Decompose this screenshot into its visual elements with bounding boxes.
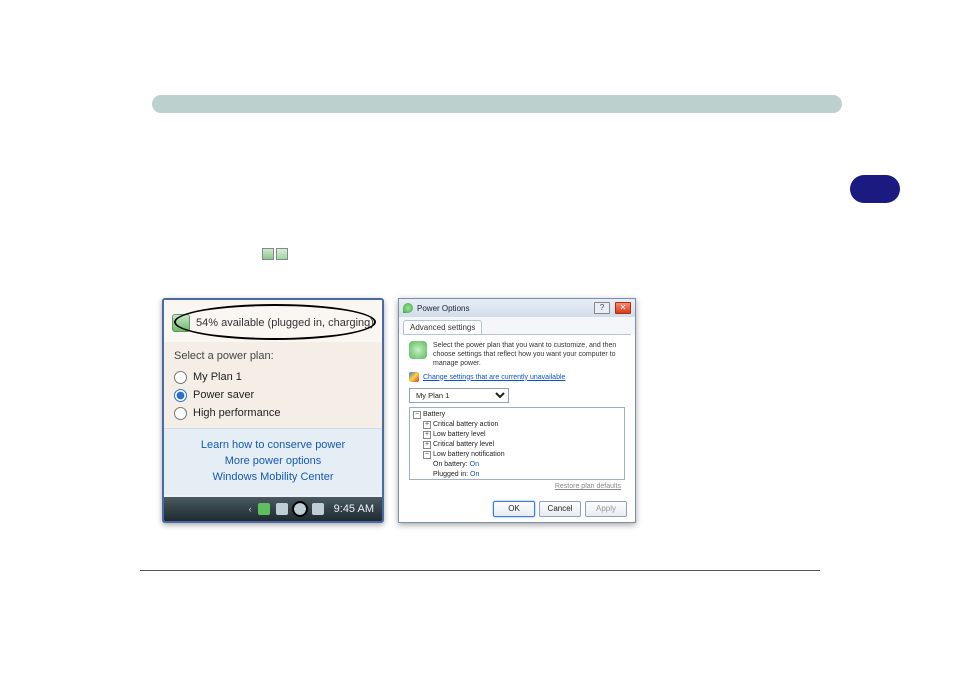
tree-label-plugged-in: Plugged in:	[433, 470, 468, 480]
tree-label-on-battery: On battery:	[433, 460, 468, 470]
dialog-title-text: Power Options	[417, 304, 589, 313]
tree-node-battery[interactable]: Battery	[423, 410, 445, 420]
tray-icon-battery[interactable]	[294, 503, 306, 515]
tree-node-critical-level[interactable]: Critical battery level	[433, 440, 494, 450]
plan-option-powersaver[interactable]: Power saver	[174, 386, 372, 404]
expander-icon[interactable]: +	[423, 421, 431, 429]
help-button[interactable]: ?	[594, 302, 610, 314]
power-plan-icon	[409, 341, 427, 359]
tree-value-on-battery[interactable]: On	[470, 460, 479, 470]
side-badge	[850, 175, 900, 203]
battery-tray-icon-sample-b	[276, 248, 288, 260]
expander-icon[interactable]: −	[413, 411, 421, 419]
expander-icon[interactable]: +	[423, 441, 431, 449]
plan-option-myplan1[interactable]: My Plan 1	[174, 368, 372, 386]
tab-strip: Advanced settings	[399, 317, 635, 334]
power-options-dialog: Power Options ? ✕ Advanced settings Sele…	[398, 298, 636, 523]
cancel-button[interactable]: Cancel	[539, 501, 581, 517]
dialog-titlebar: Power Options ? ✕	[399, 299, 635, 317]
battery-status-text: 54% available (plugged in, charging)	[196, 317, 374, 329]
link-more-power-options[interactable]: More power options	[164, 453, 382, 469]
settings-tree[interactable]: −Battery +Critical battery action +Low b…	[409, 407, 625, 480]
taskbar-clock: 9:45 AM	[334, 503, 374, 515]
tray-icon-shield[interactable]	[258, 503, 270, 515]
dialog-button-row: OK Cancel Apply	[399, 496, 635, 522]
tree-node-critical-action[interactable]: Critical battery action	[433, 420, 498, 430]
plan-label: My Plan 1	[193, 368, 242, 386]
apply-button[interactable]: Apply	[585, 501, 627, 517]
plan-radio[interactable]	[174, 407, 187, 420]
dialog-description: Select the power plan that you want to c…	[433, 341, 625, 368]
footer-rule	[140, 570, 820, 571]
plans-title: Select a power plan:	[174, 350, 372, 362]
tree-node-low-level[interactable]: Low battery level	[433, 430, 486, 440]
tab-advanced-settings[interactable]: Advanced settings	[403, 320, 482, 334]
plan-label: High performance	[193, 404, 280, 422]
tree-value-plugged-in[interactable]: On	[470, 470, 479, 480]
popup-links: Learn how to conserve power More power o…	[164, 428, 382, 495]
plan-radio[interactable]	[174, 371, 187, 384]
taskbar: ‹ 9:45 AM	[164, 497, 382, 521]
plan-label: Power saver	[193, 386, 254, 404]
expander-icon[interactable]: −	[423, 451, 431, 459]
link-conserve-power[interactable]: Learn how to conserve power	[164, 437, 382, 453]
header-bar	[152, 95, 842, 113]
link-change-unavailable-settings[interactable]: Change settings that are currently unava…	[423, 374, 565, 381]
uac-shield-icon	[409, 372, 419, 382]
plan-option-highperf[interactable]: High performance	[174, 404, 372, 422]
tray-icon-volume[interactable]	[312, 503, 324, 515]
battery-tray-icon-sample-a	[262, 248, 274, 260]
close-button[interactable]: ✕	[615, 302, 631, 314]
battery-icon	[172, 314, 190, 332]
plan-radio[interactable]	[174, 389, 187, 402]
expander-icon[interactable]: +	[423, 431, 431, 439]
ok-button[interactable]: OK	[493, 501, 535, 517]
inline-tray-icons	[262, 248, 288, 260]
battery-popup: 54% available (plugged in, charging) Sel…	[162, 298, 384, 523]
power-options-icon	[403, 303, 413, 313]
link-restore-plan-defaults[interactable]: Restore plan defaults	[409, 483, 625, 490]
tree-node-low-notification[interactable]: Low battery notification	[433, 450, 505, 460]
link-windows-mobility-center[interactable]: Windows Mobility Center	[164, 469, 382, 485]
plan-select[interactable]: My Plan 1	[409, 388, 509, 403]
chevron-left-icon[interactable]: ‹	[249, 504, 252, 514]
tray-icon-monitor[interactable]	[276, 503, 288, 515]
